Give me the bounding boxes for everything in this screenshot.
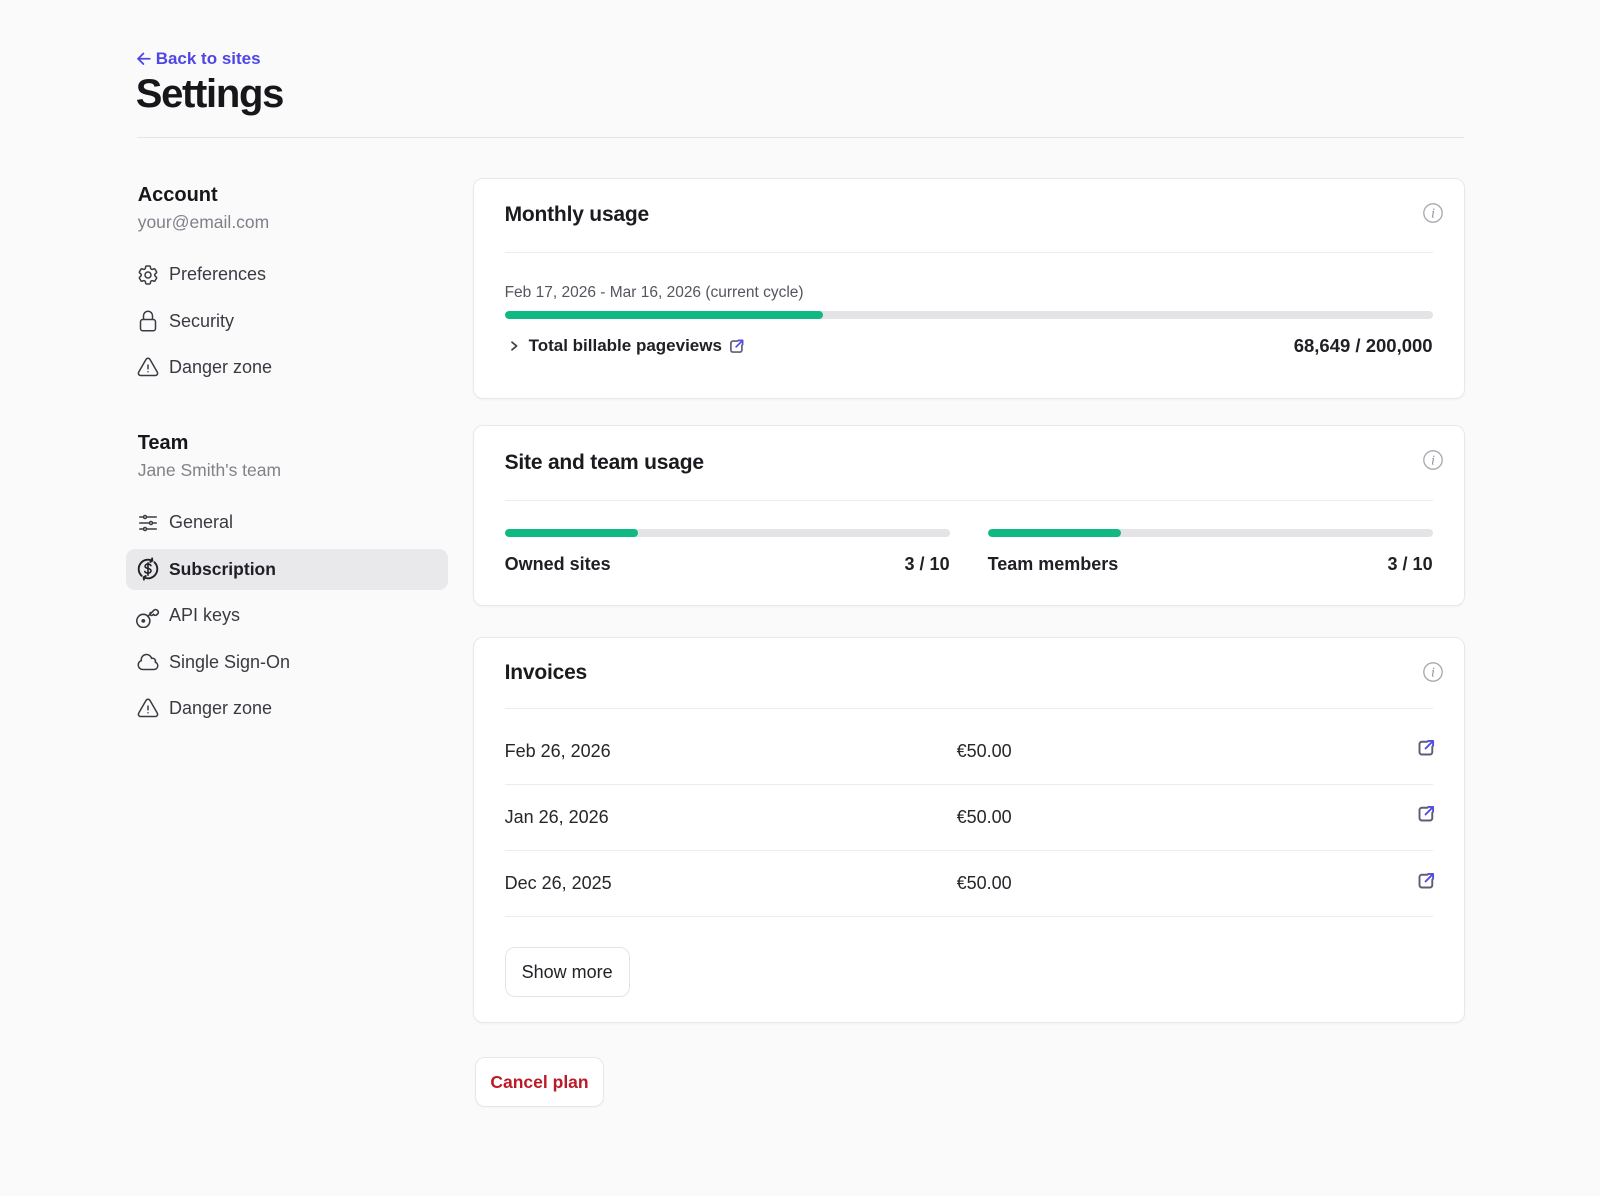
svg-text:i: i xyxy=(1431,205,1435,220)
svg-text:i: i xyxy=(1431,453,1435,468)
svg-text:i: i xyxy=(1431,664,1435,679)
